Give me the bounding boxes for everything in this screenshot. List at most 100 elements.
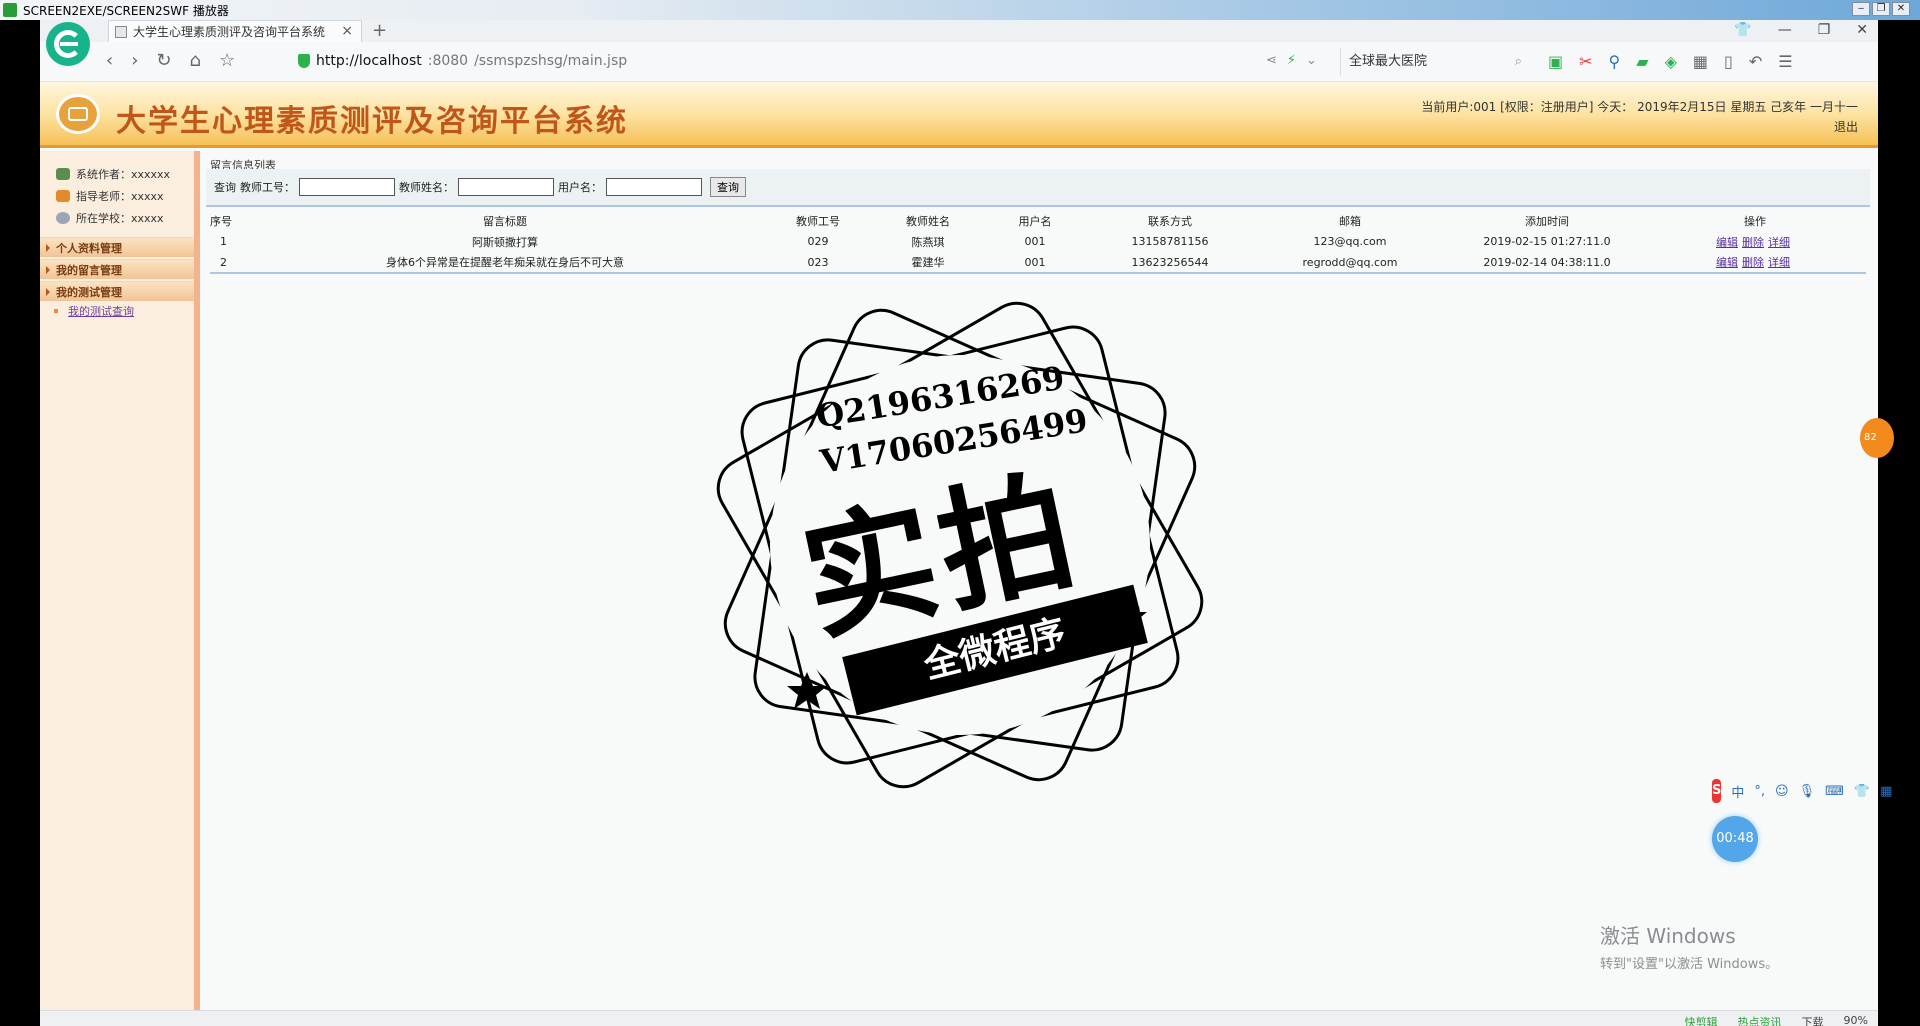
skin-icon[interactable]: 👕	[1734, 22, 1751, 38]
browser-close-button[interactable]: ✕	[1856, 22, 1868, 38]
new-tab-button[interactable]: +	[372, 20, 387, 41]
cell-username: 001	[1024, 235, 1046, 248]
reader-icon[interactable]: ▯	[1724, 52, 1733, 71]
detail-link[interactable]: 详细	[1768, 236, 1790, 249]
ime-grid-icon[interactable]: ▦	[1880, 784, 1892, 799]
query-bar: 查询 教师工号： 教师姓名： 用户名： 查询	[206, 169, 1870, 207]
quick-edit-item[interactable]: 快剪辑	[1685, 1014, 1718, 1026]
zoom-level[interactable]: 90%	[1844, 1014, 1868, 1026]
advisor-row: 指导老师：xxxxx	[56, 185, 194, 207]
username-label: 用户名：	[558, 181, 602, 194]
player-minimize-button[interactable]: ‒	[1852, 2, 1870, 16]
teacher-name-input[interactable]	[458, 178, 554, 196]
arrow-right-icon	[46, 287, 50, 296]
sidebar-item-tests[interactable]: 我的测试管理	[40, 281, 194, 301]
sidebar: 系统作者：xxxxxx 指导老师：xxxxx 所在学校：xxxxx 个人资料管理…	[40, 151, 200, 1011]
logout-link[interactable]: 退出	[1834, 118, 1858, 135]
col-header-index: 序号	[210, 215, 232, 228]
tab-bar: 大学生心理素质测评及咨询平台系统 × + 👕 — ❐ ✕	[40, 20, 1878, 42]
ime-skin-icon[interactable]: 👕	[1854, 784, 1870, 799]
username-input[interactable]	[606, 178, 702, 196]
tab-main[interactable]: 大学生心理素质测评及咨询平台系统 ×	[108, 20, 362, 42]
player-title: SCREEN2EXE/SCREEN2SWF 播放器	[23, 3, 229, 18]
player-maximize-button[interactable]: ❐	[1872, 2, 1890, 16]
browser-toolbar: ▣ ✂ ⚲ ▰ ◈ ▦ ▯ ↶ ☰	[1548, 52, 1793, 71]
ime-emoji-icon[interactable]: ☺	[1775, 784, 1789, 799]
sidebar-item-label: 个人资料管理	[56, 241, 122, 255]
cell-username: 001	[980, 252, 1090, 274]
app-title: 大学生心理素质测评及咨询平台系统	[116, 104, 628, 139]
sogou-ime-icon[interactable]: S	[1712, 779, 1722, 803]
sidebar-item-messages[interactable]: 我的留言管理	[40, 259, 194, 279]
share-icon[interactable]: ⋖	[1266, 53, 1277, 68]
app-logo-icon	[56, 94, 100, 134]
cell-teacher-name: 霍建华	[876, 252, 980, 274]
cell-email: 123@qq.com	[1313, 235, 1387, 248]
col-header-title: 留言标题	[483, 215, 527, 228]
secure-shield-icon	[298, 54, 310, 68]
col-header-contact: 联系方式	[1148, 215, 1192, 228]
undo-icon[interactable]: ↶	[1749, 52, 1762, 71]
browser-logo-icon[interactable]	[46, 22, 90, 66]
advisor-icon	[56, 190, 70, 202]
scissors-icon[interactable]: ✂	[1579, 52, 1592, 71]
recording-timer[interactable]: 00:48	[1712, 816, 1758, 862]
teacher-id-input[interactable]	[299, 178, 395, 196]
activation-subtitle: 转到"设置"以激活 Windows。	[1600, 957, 1779, 972]
translate-icon[interactable]: ▣	[1548, 52, 1563, 71]
delete-link[interactable]: 删除	[1742, 256, 1764, 269]
col-header-username: 用户名	[1018, 215, 1052, 228]
sidebar-item-label: 我的测试管理	[56, 285, 122, 299]
forward-icon[interactable]: ›	[131, 50, 138, 71]
col-header-email: 邮箱	[1339, 215, 1361, 228]
school-row: 所在学校：xxxxx	[56, 207, 194, 229]
search-icon[interactable]: ⌕	[1515, 48, 1522, 76]
tab-close-icon[interactable]: ×	[341, 23, 353, 39]
url-field[interactable]: http://localhost:8080/ssmspzshsg/main.js…	[298, 53, 627, 69]
menu-icon[interactable]: ☰	[1778, 52, 1792, 71]
cell-teacher-name: 陈燕琪	[911, 235, 945, 249]
detail-link[interactable]: 详细	[1768, 256, 1790, 269]
lightning-icon[interactable]: ⚡	[1287, 53, 1296, 68]
edit-link[interactable]: 编辑	[1716, 236, 1738, 249]
hot-news-item[interactable]: 热点资讯	[1738, 1014, 1782, 1026]
security-icon[interactable]: ◈	[1665, 52, 1677, 71]
apps-icon[interactable]: ▦	[1693, 52, 1708, 71]
float-badge[interactable]: 82	[1860, 418, 1894, 458]
search-input[interactable]: 全球最大医院 ⌕	[1340, 48, 1530, 76]
address-tools: ⋖ ⚡ ⌄	[1266, 53, 1317, 68]
ime-punct-icon[interactable]: °,	[1754, 784, 1765, 799]
table-row: 1 阿斯顿撒打算 029 陈燕琪 001 13158781156 123@qq.…	[210, 231, 1866, 252]
sidebar-item-profile[interactable]: 个人资料管理	[40, 237, 194, 257]
refresh-icon[interactable]: ↻	[156, 50, 171, 71]
bookmark-star-icon[interactable]: ☆	[219, 50, 235, 71]
search-text: 全球最大医院	[1349, 54, 1428, 69]
bullet-icon	[54, 309, 58, 313]
col-header-actions: 操作	[1744, 215, 1766, 228]
game-icon[interactable]: ▰	[1636, 52, 1648, 71]
sidebar-menu: 个人资料管理 我的留言管理 我的测试管理 我的测试查询	[40, 237, 194, 321]
back-icon[interactable]: ‹	[106, 50, 113, 71]
cell-email: regrodd@qq.com	[1250, 252, 1450, 274]
sidebar-subitem-test-query: 我的测试查询	[40, 301, 194, 321]
query-button[interactable]: 查询	[710, 177, 746, 197]
screen: SCREEN2EXE/SCREEN2SWF 播放器 ‒ ❐ ✕ 大学生心理素质测…	[0, 0, 1920, 1026]
browser-restore-button[interactable]: ❐	[1818, 22, 1831, 38]
teacher-name-label: 教师姓名：	[399, 181, 454, 194]
test-query-link[interactable]: 我的测试查询	[68, 303, 134, 319]
cell-contact: 13623256544	[1090, 252, 1250, 274]
ime-mic-icon[interactable]: 🎙	[1799, 784, 1816, 799]
edit-link[interactable]: 编辑	[1716, 256, 1738, 269]
author-label: 系统作者：xxxxxx	[76, 168, 171, 181]
home-icon[interactable]: ⌂	[190, 50, 201, 71]
player-close-button[interactable]: ✕	[1892, 2, 1910, 16]
cell-actions: 编辑 删除 详细	[1644, 231, 1866, 252]
magnifier-icon[interactable]: ⚲	[1609, 52, 1621, 71]
delete-link[interactable]: 删除	[1742, 236, 1764, 249]
browser-minimize-button[interactable]: —	[1778, 22, 1792, 38]
dropdown-chevron-icon[interactable]: ⌄	[1306, 53, 1317, 68]
download-item[interactable]: 下载	[1802, 1014, 1824, 1026]
ime-lang-toggle[interactable]: 中	[1731, 782, 1744, 801]
ime-keyboard-icon[interactable]: ⌨	[1825, 784, 1844, 799]
cell-teacher-id: 029	[807, 235, 829, 248]
